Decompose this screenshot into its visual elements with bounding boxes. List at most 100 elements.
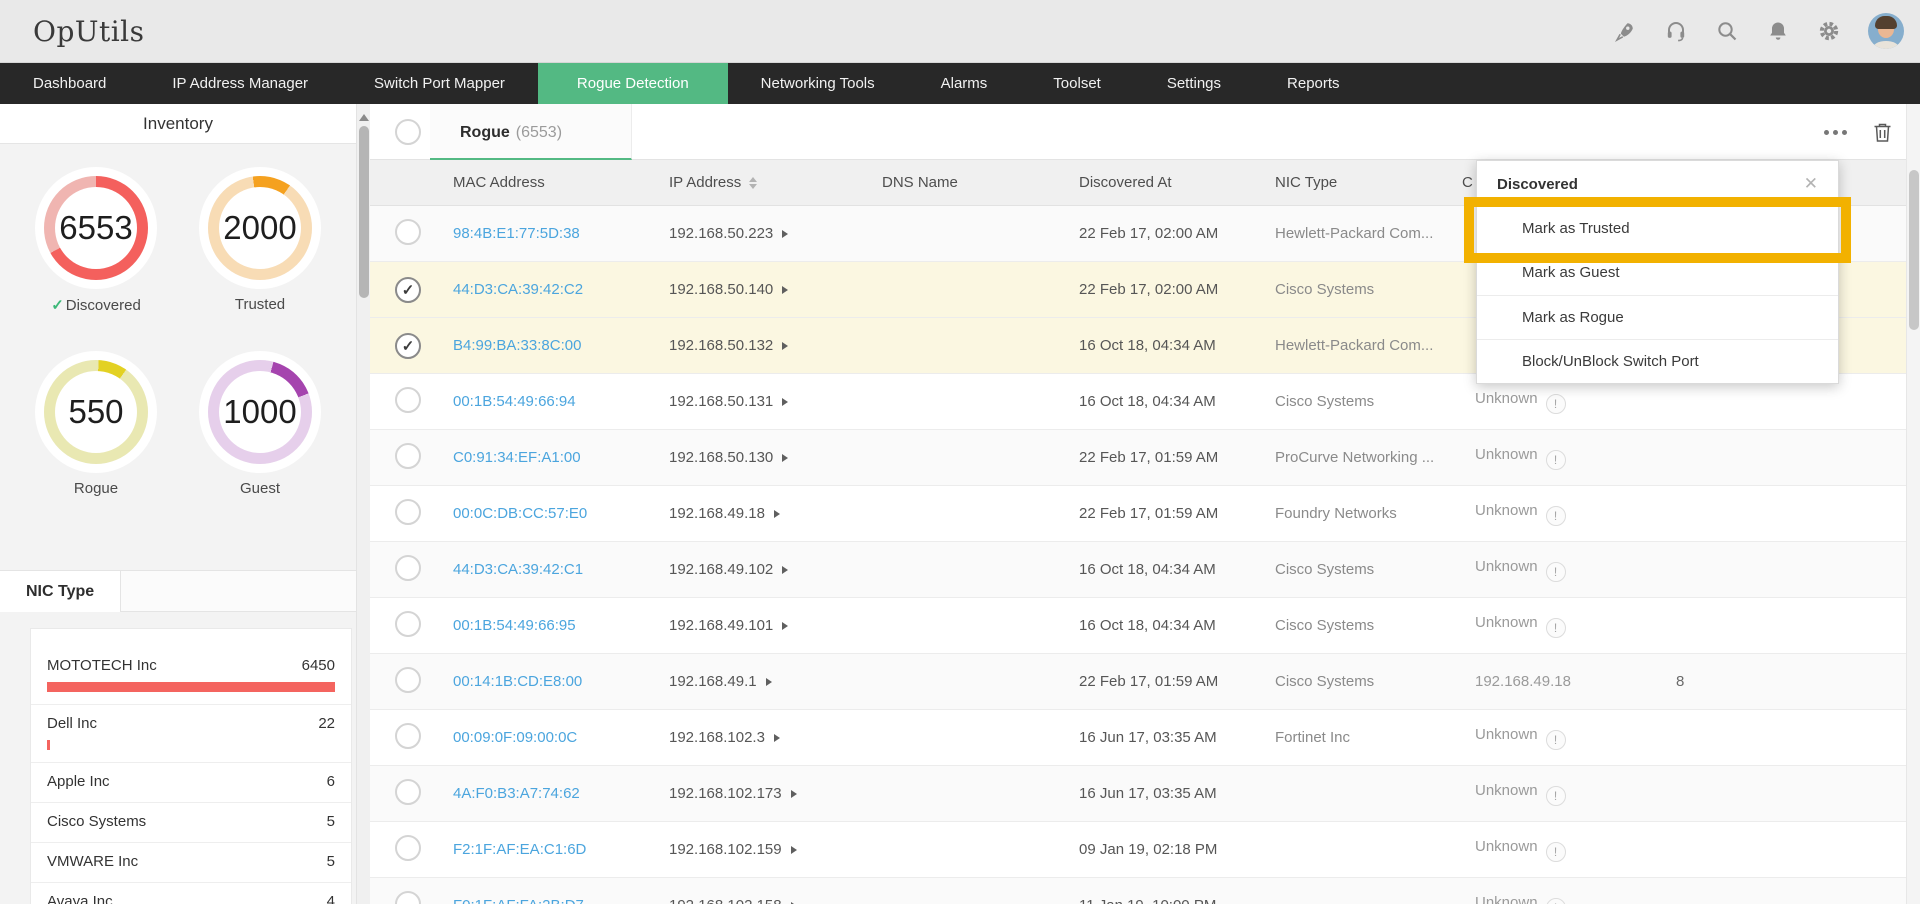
- column-header-discovered-at[interactable]: Discovered At: [1071, 174, 1267, 191]
- nav-item-dashboard[interactable]: Dashboard: [0, 63, 139, 104]
- headset-icon[interactable]: [1664, 19, 1688, 43]
- donut-guest[interactable]: 1000Guest: [208, 360, 312, 497]
- expand-caret-icon[interactable]: [774, 510, 780, 518]
- search-icon[interactable]: [1715, 19, 1739, 43]
- unknown-info-icon[interactable]: !: [1546, 730, 1566, 750]
- row-checkbox[interactable]: [395, 443, 421, 469]
- unknown-info-icon[interactable]: !: [1546, 786, 1566, 806]
- nic-row-apple-inc[interactable]: Apple Inc6: [31, 763, 351, 803]
- nic-type-tab[interactable]: NIC Type: [0, 571, 121, 612]
- mac-address-link[interactable]: 00:1B:54:49:66:95: [453, 617, 576, 634]
- nic-row-vmware-inc[interactable]: VMWARE Inc5: [31, 843, 351, 883]
- dropdown-item-block-unblock-switch-port[interactable]: Block/UnBlock Switch Port: [1477, 339, 1838, 383]
- main-scrollbar[interactable]: [1906, 104, 1920, 904]
- column-header-mac-address[interactable]: MAC Address: [445, 174, 661, 191]
- nic-row-dell-inc[interactable]: Dell Inc22: [31, 705, 351, 763]
- scroll-up-arrow-icon[interactable]: [359, 109, 369, 121]
- unknown-info-icon[interactable]: !: [1546, 394, 1566, 414]
- mac-address-link[interactable]: 44:D3:CA:39:42:C2: [453, 281, 583, 298]
- nav-item-switch-port-mapper[interactable]: Switch Port Mapper: [341, 63, 538, 104]
- dropdown-item-mark-as-guest[interactable]: Mark as Guest: [1477, 251, 1838, 295]
- inventory-donut-grid: 6553✓Discovered 2000Trusted 550Rogue 1000Gu…: [0, 144, 356, 497]
- user-avatar[interactable]: [1868, 13, 1904, 49]
- mac-address-link[interactable]: C0:91:34:EF:A1:00: [453, 449, 581, 466]
- unknown-info-icon[interactable]: !: [1546, 898, 1566, 904]
- dropdown-item-mark-as-rogue[interactable]: Mark as Rogue: [1477, 295, 1838, 339]
- row-checkbox[interactable]: ✓: [395, 277, 421, 303]
- row-checkbox[interactable]: [395, 387, 421, 413]
- expand-caret-icon[interactable]: [782, 398, 788, 406]
- mac-address-link[interactable]: 98:4B:E1:77:5D:38: [453, 225, 580, 242]
- nic-row-cisco-systems[interactable]: Cisco Systems5: [31, 803, 351, 843]
- cell-discovered-at: 09 Jan 19, 02:18 PM: [1071, 841, 1267, 858]
- mac-address-link[interactable]: B4:99:BA:33:8C:00: [453, 337, 581, 354]
- avatar-hair: [1875, 16, 1897, 29]
- mac-address-link[interactable]: F0:1F:AF:FA:2B:D7: [453, 897, 584, 904]
- column-header-dns-name[interactable]: DNS Name: [874, 174, 1071, 191]
- gear-icon[interactable]: [1817, 19, 1841, 43]
- cell-mac: C0:91:34:EF:A1:00: [445, 449, 661, 466]
- expand-caret-icon[interactable]: [782, 342, 788, 350]
- sidebar-scrollbar[interactable]: [356, 104, 370, 904]
- nav-item-networking-tools[interactable]: Networking Tools: [728, 63, 908, 104]
- select-all-checkbox[interactable]: [395, 119, 421, 145]
- row-checkbox[interactable]: [395, 779, 421, 805]
- nav-item-settings[interactable]: Settings: [1134, 63, 1254, 104]
- nav-item-reports[interactable]: Reports: [1254, 63, 1373, 104]
- mac-address-link[interactable]: 00:0C:DB:CC:57:E0: [453, 505, 587, 522]
- tab-rogue[interactable]: Rogue(6553): [430, 104, 632, 160]
- expand-caret-icon[interactable]: [774, 734, 780, 742]
- row-checkbox[interactable]: [395, 499, 421, 525]
- unknown-info-icon[interactable]: !: [1546, 562, 1566, 582]
- mac-address-link[interactable]: 4A:F0:B3:A7:74:62: [453, 785, 580, 802]
- nav-item-toolset[interactable]: Toolset: [1020, 63, 1134, 104]
- ip-address: 192.168.102.158: [669, 897, 782, 904]
- mac-address-link[interactable]: F2:1F:AF:EA:C1:6D: [453, 841, 586, 858]
- mac-address-link[interactable]: 00:14:1B:CD:E8:00: [453, 673, 582, 690]
- nic-row-mototech-inc[interactable]: MOTOTECH Inc6450: [31, 647, 351, 705]
- expand-caret-icon[interactable]: [782, 230, 788, 238]
- more-actions-icon[interactable]: [1822, 124, 1849, 141]
- sidebar-scrollbar-thumb[interactable]: [359, 126, 369, 298]
- mac-address-link[interactable]: 00:09:0F:09:00:0C: [453, 729, 577, 746]
- expand-caret-icon[interactable]: [766, 678, 772, 686]
- nav-item-ip-address-manager[interactable]: IP Address Manager: [139, 63, 341, 104]
- rocket-icon[interactable]: [1613, 19, 1637, 43]
- sort-icon[interactable]: [749, 177, 757, 189]
- expand-caret-icon[interactable]: [791, 790, 797, 798]
- column-header-ip-address[interactable]: IP Address: [661, 174, 874, 191]
- nic-row-avaya-inc[interactable]: Avaya Inc4: [31, 883, 351, 904]
- unknown-info-icon[interactable]: !: [1546, 842, 1566, 862]
- donut-trusted[interactable]: 2000Trusted: [208, 176, 312, 314]
- expand-caret-icon[interactable]: [782, 622, 788, 630]
- nav-item-rogue-detection[interactable]: Rogue Detection: [538, 63, 728, 104]
- donut-discovered[interactable]: 6553✓Discovered: [44, 176, 148, 314]
- row-checkbox[interactable]: [395, 611, 421, 637]
- row-checkbox[interactable]: [395, 667, 421, 693]
- unknown-info-icon[interactable]: !: [1546, 506, 1566, 526]
- row-checkbox[interactable]: ✓: [395, 333, 421, 359]
- expand-caret-icon[interactable]: [782, 454, 788, 462]
- nav-item-alarms[interactable]: Alarms: [908, 63, 1021, 104]
- unknown-info-icon[interactable]: !: [1546, 450, 1566, 470]
- main-scrollbar-thumb[interactable]: [1909, 170, 1919, 330]
- row-checkbox[interactable]: [395, 891, 421, 904]
- mac-address-link[interactable]: 00:1B:54:49:66:94: [453, 393, 576, 410]
- expand-caret-icon[interactable]: [791, 846, 797, 854]
- row-checkbox[interactable]: [395, 835, 421, 861]
- unknown-info-icon[interactable]: !: [1546, 618, 1566, 638]
- dropdown-item-mark-as-trusted[interactable]: Mark as Trusted: [1477, 207, 1838, 251]
- delete-icon[interactable]: [1873, 122, 1892, 143]
- sort-up-arrow: [749, 177, 757, 182]
- bell-icon[interactable]: [1766, 19, 1790, 43]
- row-checkbox[interactable]: [395, 219, 421, 245]
- row-checkbox[interactable]: [395, 555, 421, 581]
- donut-value: 2000: [208, 176, 312, 280]
- donut-rogue[interactable]: 550Rogue: [44, 360, 148, 497]
- expand-caret-icon[interactable]: [782, 566, 788, 574]
- close-icon[interactable]: ✕: [1804, 174, 1818, 194]
- row-checkbox[interactable]: [395, 723, 421, 749]
- expand-caret-icon[interactable]: [782, 286, 788, 294]
- column-header-nic-type[interactable]: NIC Type: [1267, 174, 1452, 191]
- mac-address-link[interactable]: 44:D3:CA:39:42:C1: [453, 561, 583, 578]
